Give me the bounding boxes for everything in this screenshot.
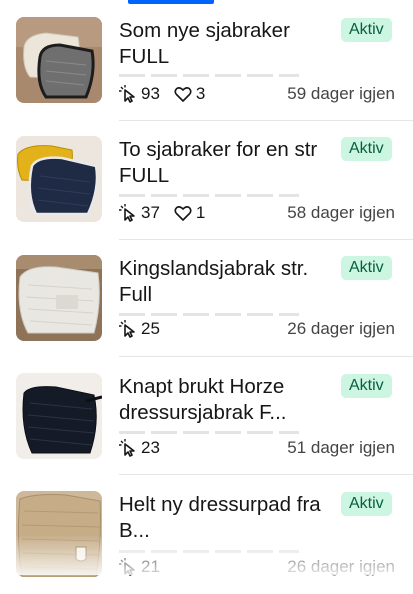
listing-title[interactable]: Helt ny dressurpad fra B...	[119, 492, 334, 544]
list-item[interactable]: Kingslandsjabrak str. Full Aktiv 25 26 d…	[0, 239, 413, 359]
list-item[interactable]: To sjabraker for en str FULL Aktiv 37 1 …	[0, 120, 413, 240]
listing-thumbnail[interactable]	[16, 136, 102, 222]
clicks-stat: 23	[119, 438, 160, 458]
clicks-count: 37	[141, 203, 160, 222]
status-badge: Aktiv	[341, 374, 392, 398]
favorites-stat: 1	[174, 203, 205, 223]
favorites-count: 3	[195, 84, 206, 103]
listing-thumbnail[interactable]	[16, 373, 102, 459]
list-item[interactable]: Helt ny dressurpad fra B... Aktiv 21 26 …	[0, 474, 413, 594]
listing-stats: 23	[119, 437, 174, 459]
days-remaining: 59 dager igjen	[287, 84, 395, 103]
saddle-pad-photo	[16, 255, 102, 341]
listing-stats: 25	[119, 318, 174, 340]
listing-title[interactable]: Som nye sjabraker FULL	[119, 18, 334, 70]
saddle-pad-photo	[16, 373, 102, 459]
favorites-stat: 3	[174, 84, 205, 104]
cursor-click-icon	[119, 320, 135, 338]
clicks-count: 25	[141, 319, 160, 338]
days-remaining: 51 dager igjen	[287, 438, 395, 457]
clicks-count: 21	[141, 557, 160, 576]
saddle-pad-photo	[16, 136, 102, 222]
cursor-click-icon	[119, 204, 135, 222]
listing-subtitle-placeholder	[119, 313, 299, 316]
clicks-stat: 25	[119, 319, 160, 339]
listing-subtitle-placeholder	[119, 431, 299, 434]
clicks-stat: 37	[119, 203, 160, 223]
heart-icon	[174, 87, 192, 102]
favorites-count: 1	[195, 203, 206, 222]
listing-thumbnail[interactable]	[16, 17, 102, 103]
listing-stats: 37 1	[119, 202, 219, 224]
listing-stats: 93 3	[119, 83, 219, 105]
cursor-click-icon	[119, 85, 135, 103]
clicks-stat: 21	[119, 557, 160, 577]
status-badge: Aktiv	[341, 137, 392, 161]
days-remaining: 58 dager igjen	[287, 203, 395, 222]
listing-thumbnail[interactable]	[16, 491, 102, 577]
listing-subtitle-placeholder	[119, 194, 299, 197]
status-badge: Aktiv	[341, 18, 392, 42]
saddle-pad-photo	[16, 17, 102, 103]
listing-subtitle-placeholder	[119, 550, 299, 553]
listing-thumbnail[interactable]	[16, 255, 102, 341]
clicks-count: 93	[141, 84, 160, 103]
listing-title[interactable]: Kingslandsjabrak str. Full	[119, 256, 334, 308]
clicks-stat: 93	[119, 84, 160, 104]
listing-title[interactable]: To sjabraker for en str FULL	[119, 137, 334, 189]
listing-subtitle-placeholder	[119, 74, 299, 77]
cursor-click-icon	[119, 558, 135, 576]
clicks-count: 23	[141, 438, 160, 457]
cursor-click-icon	[119, 439, 135, 457]
heart-icon	[174, 206, 192, 221]
status-badge: Aktiv	[341, 492, 392, 516]
status-badge: Aktiv	[341, 256, 392, 280]
days-remaining: 26 dager igjen	[287, 319, 395, 338]
list-item[interactable]: Knapt brukt Horze dressursjabrak F... Ak…	[0, 356, 413, 476]
listing-title[interactable]: Knapt brukt Horze dressursjabrak F...	[119, 374, 334, 426]
saddle-pad-photo	[16, 491, 102, 577]
list-item[interactable]: Som nye sjabraker FULL Aktiv 93 3 59 dag…	[0, 0, 413, 121]
